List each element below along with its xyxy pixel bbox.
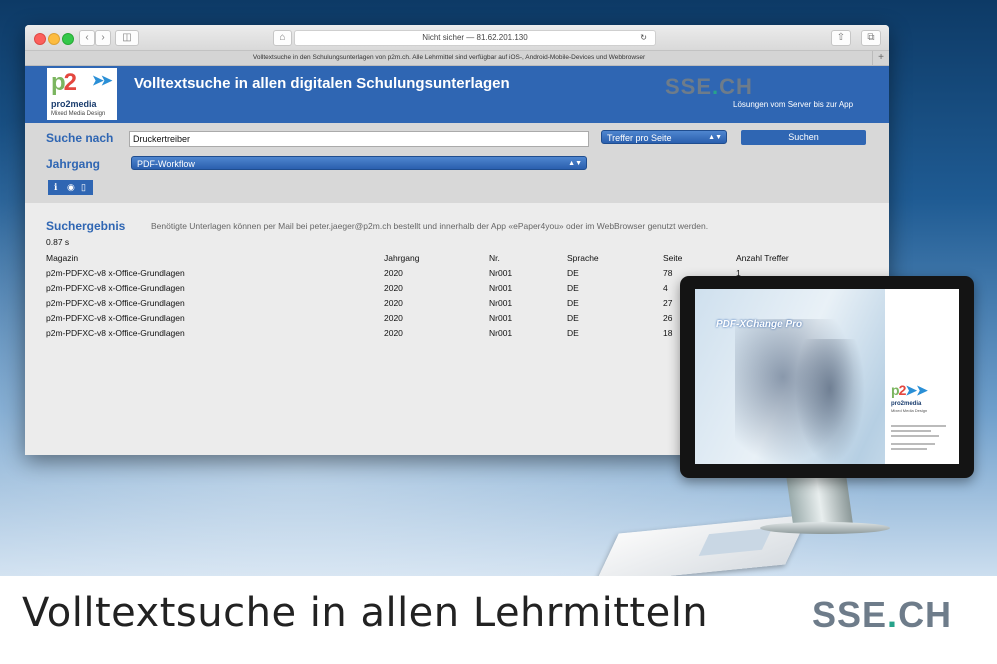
banner-title: Volltextsuche in allen Lehrmitteln (22, 590, 709, 636)
column-header: Sprache (567, 253, 599, 263)
search-input[interactable]: Druckertreiber (129, 131, 589, 147)
table-cell: DE (567, 328, 579, 338)
address-text: Nicht sicher — 81.62.201.130 (422, 33, 528, 42)
monitor-base (760, 522, 890, 534)
logo-arrows-icon: ➤➤ (92, 72, 113, 88)
search-time: 0.87 s (46, 237, 70, 247)
table-cell: 2020 (384, 328, 403, 338)
minimize-window-button[interactable] (48, 33, 60, 45)
share-button[interactable]: ⇧ (831, 30, 851, 46)
new-tab-button[interactable]: + (872, 51, 889, 65)
table-cell: Nr001 (489, 283, 513, 293)
tab-active[interactable]: Volltextsuche in den Schulungsunterlagen… (25, 51, 873, 65)
screen-logo-name: pro2media (891, 401, 922, 407)
android-icon[interactable]: ◉ (67, 181, 75, 194)
monitor-image: PDF-XChange Pro p2➤➤ pro2media Mixed Med… (680, 276, 974, 478)
site-title: Volltextsuche in allen digitalen Schulun… (134, 75, 510, 92)
screen-title: PDF-XChange Pro (716, 319, 803, 330)
bottom-banner: Volltextsuche in allen Lehrmitteln SSE.C… (0, 576, 997, 664)
share-icon: ⇧ (836, 32, 846, 43)
info-icon[interactable]: ℹ (54, 181, 57, 194)
search-button[interactable]: Suchen (741, 130, 866, 145)
table-cell: Nr001 (489, 313, 513, 323)
sse-brand-logo: SSE.CH (665, 74, 753, 99)
reload-icon[interactable]: ↻ (640, 31, 647, 45)
table-cell: Nr001 (489, 298, 513, 308)
search-form: Suche nach Druckertreiber Treffer pro Se… (25, 123, 889, 203)
table-cell: 4 (663, 283, 668, 293)
chevron-right-icon: › (101, 32, 105, 43)
banner-sse-logo: SSE.CH (812, 594, 953, 635)
back-button[interactable]: ‹ (79, 30, 95, 46)
table-cell: p2m-PDFXC-v8 x-Office-Grundlagen (46, 283, 185, 293)
zoom-window-button[interactable] (62, 33, 74, 45)
table-cell: Nr001 (489, 328, 513, 338)
table-cell: 27 (663, 298, 673, 308)
column-header: Nr. (489, 253, 500, 263)
column-header: Seite (663, 253, 683, 263)
table-cell: 78 (663, 268, 673, 278)
select-arrows-icon: ▲▼ (568, 160, 582, 167)
table-cell: 2020 (384, 268, 403, 278)
address-bar[interactable]: Nicht sicher — 81.62.201.130 ↻ (294, 30, 656, 46)
table-cell: Nr001 (489, 268, 513, 278)
table-cell: 2020 (384, 313, 403, 323)
forward-button[interactable]: › (95, 30, 111, 46)
column-header: Anzahl Treffer (736, 253, 789, 263)
table-cell: p2m-PDFXC-v8 x-Office-Grundlagen (46, 328, 185, 338)
close-window-button[interactable] (34, 33, 46, 45)
table-cell: p2m-PDFXC-v8 x-Office-Grundlagen (46, 313, 185, 323)
query-label: Suche nach (46, 131, 114, 145)
platform-icons: ℹ ◉ ▯ (48, 180, 93, 195)
results-info: Benötigte Unterlagen können per Mail bei… (151, 221, 709, 231)
monitor-screen: PDF-XChange Pro p2➤➤ pro2media Mixed Med… (695, 289, 959, 464)
per-page-label: Treffer pro Seite (607, 133, 672, 143)
column-header: Jahrgang (384, 253, 420, 263)
chevron-left-icon: ‹ (85, 32, 89, 43)
table-cell: DE (567, 313, 579, 323)
logo-mark: p2 (51, 69, 77, 96)
year-select[interactable]: PDF-Workflow ▲▼ (131, 156, 587, 170)
logo-name: pro2media (51, 99, 97, 109)
table-cell: DE (567, 298, 579, 308)
table-cell: 18 (663, 328, 673, 338)
table-cell: DE (567, 268, 579, 278)
site-header: p2 ➤➤ pro2media Mixed Media Design Vollt… (25, 66, 889, 123)
table-cell: p2m-PDFXC-v8 x-Office-Grundlagen (46, 268, 185, 278)
home-icon: ⌂ (279, 32, 286, 43)
select-arrows-icon: ▲▼ (708, 134, 722, 141)
tabs-icon: ⧉ (867, 32, 875, 43)
results-heading: Suchergebnis (46, 219, 126, 233)
table-cell: 26 (663, 313, 673, 323)
monitor-stand (786, 478, 854, 528)
tab-bar: Volltextsuche in den Schulungsunterlagen… (25, 51, 889, 66)
mobile-device-icon[interactable]: ▯ (81, 181, 86, 194)
column-header: Magazin (46, 253, 79, 263)
per-page-select[interactable]: Treffer pro Seite ▲▼ (601, 130, 727, 144)
logo-subtitle: Mixed Media Design (51, 111, 106, 117)
table-cell: 2020 (384, 298, 403, 308)
year-value: PDF-Workflow (137, 159, 195, 169)
year-label: Jahrgang (46, 157, 101, 171)
screen-p2m-logo: p2➤➤ (891, 382, 928, 398)
table-cell: DE (567, 283, 579, 293)
screen-logo-sub: Mixed Media Design (891, 408, 928, 413)
home-button[interactable]: ⌂ (273, 30, 292, 46)
table-cell: p2m-PDFXC-v8 x-Office-Grundlagen (46, 298, 185, 308)
table-cell: 2020 (384, 283, 403, 293)
pro2media-logo[interactable]: p2 ➤➤ pro2media Mixed Media Design (47, 68, 117, 120)
sidebar-button[interactable]: ◫ (115, 30, 139, 46)
title-bar: ‹ › ◫ ⌂ Nicht sicher — 81.62.201.130 ↻ ⇧… (25, 25, 889, 51)
brand-slogan: Lösungen vom Server bis zur App (733, 100, 854, 109)
sidebar-icon: ◫ (122, 32, 132, 43)
tabs-overview-button[interactable]: ⧉ (861, 30, 881, 46)
